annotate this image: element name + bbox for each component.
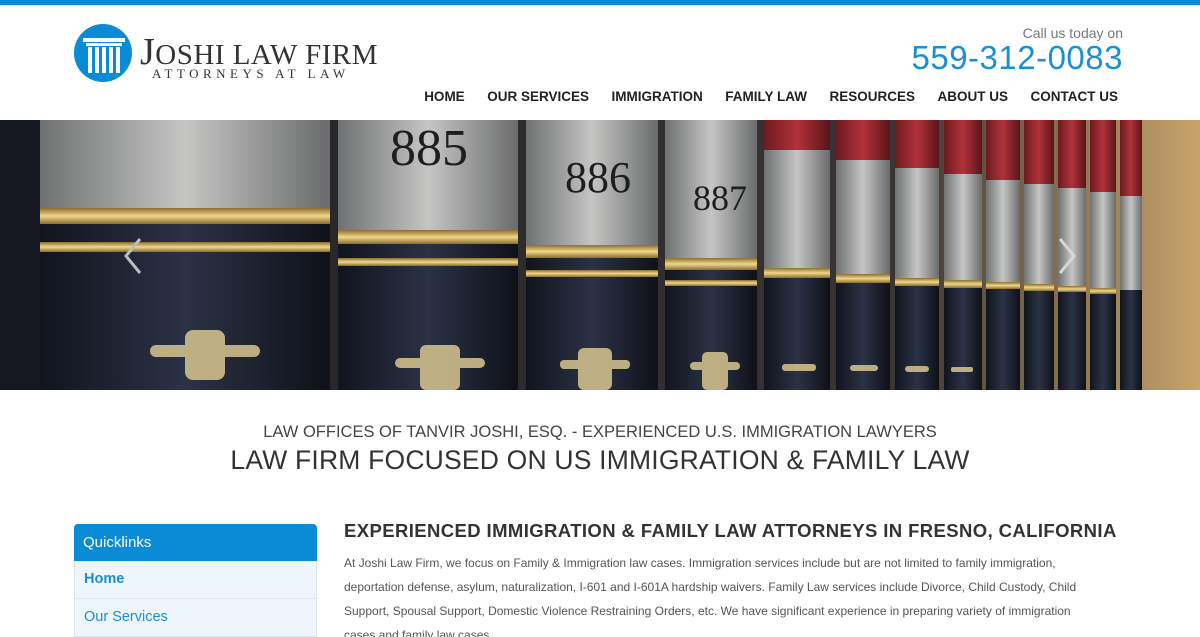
- page-title: LAW FIRM FOCUSED ON US IMMIGRATION & FAM…: [230, 445, 970, 475]
- content-paragraph: At Joshi Law Firm, we focus on Family & …: [344, 556, 1077, 637]
- nav-item-home[interactable]: HOME: [424, 89, 465, 104]
- nav-item-resources[interactable]: RESOURCES: [829, 89, 915, 104]
- spine-number-885: 885: [390, 120, 468, 177]
- spine-number-887: 887: [693, 178, 747, 218]
- nav-item-immigration[interactable]: IMMIGRATION: [611, 89, 702, 104]
- main-content: EXPERIENCED IMMIGRATION & FAMILY LAW ATT…: [344, 520, 1117, 637]
- sidebar-item-our-services[interactable]: Our Services: [74, 599, 317, 637]
- main-navigation: HOME OUR SERVICES IMMIGRATION FAMILY LAW…: [402, 89, 1118, 104]
- law-books-image: 885 886 887: [0, 120, 1200, 390]
- pillar-logo-icon: [74, 24, 132, 82]
- quicklinks-heading: Quicklinks: [74, 524, 317, 561]
- nav-item-about-us[interactable]: ABOUT US: [938, 89, 1009, 104]
- intro-tagline: LAW OFFICES OF TANVIR JOSHI, ESQ. - EXPE…: [263, 423, 937, 441]
- sidebar-item-home[interactable]: Home: [74, 561, 317, 599]
- content-heading: EXPERIENCED IMMIGRATION & FAMILY LAW ATT…: [344, 520, 1117, 541]
- chevron-right-icon: [1058, 238, 1076, 274]
- spine-number-886: 886: [565, 153, 631, 202]
- hero-slider: 885 886 887: [0, 120, 1200, 390]
- slider-next-arrow[interactable]: [1048, 236, 1088, 276]
- nav-item-our-services[interactable]: OUR SERVICES: [487, 89, 589, 104]
- logo-tagline: ATTORNEYS AT LAW: [152, 66, 350, 81]
- site-header: JOSHI LAW FIRM ATTORNEYS AT LAW Call us …: [0, 5, 1200, 120]
- nav-item-family-law[interactable]: FAMILY LAW: [725, 89, 807, 104]
- site-logo[interactable]: JOSHI LAW FIRM ATTORNEYS AT LAW: [74, 24, 378, 88]
- chevron-left-icon: [124, 238, 142, 274]
- nav-item-contact-us[interactable]: CONTACT US: [1031, 89, 1119, 104]
- slider-prev-arrow[interactable]: [114, 236, 154, 276]
- phone-number-link[interactable]: 559-312-0083: [911, 39, 1123, 77]
- quicklinks-sidebar: Quicklinks Home Our Services: [74, 524, 317, 637]
